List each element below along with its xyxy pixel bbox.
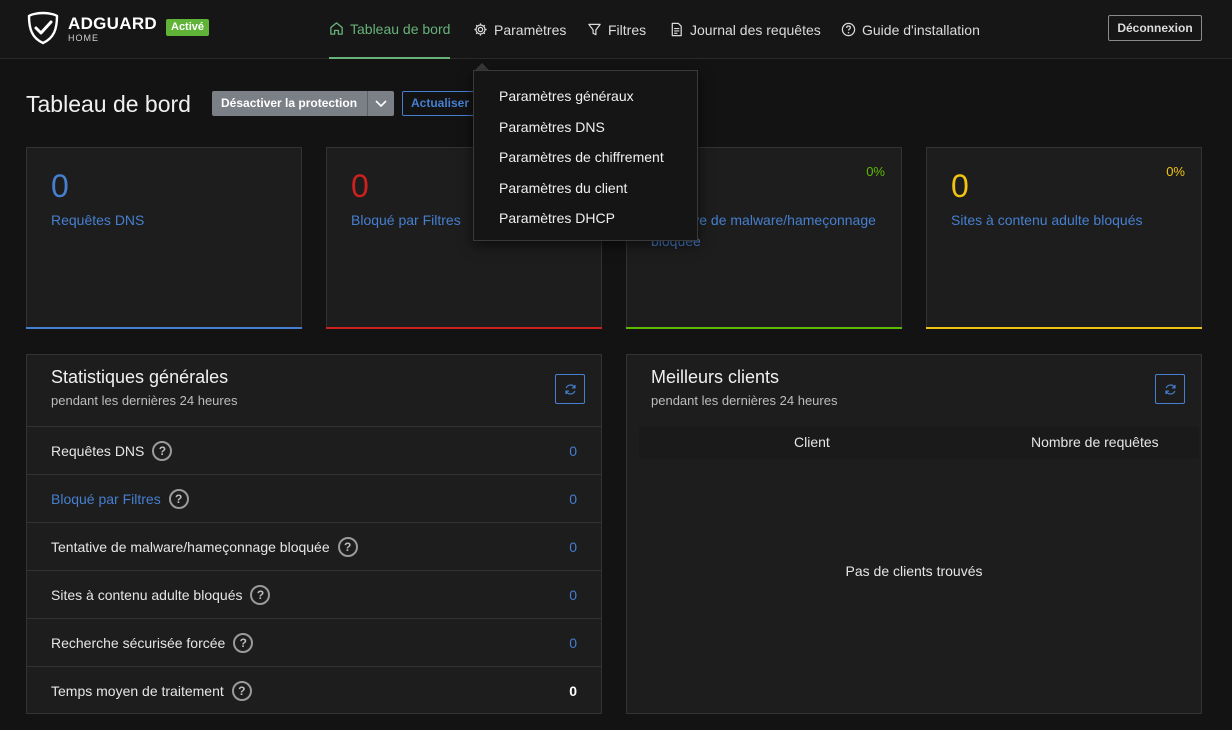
top-header: ADGUARD HOME Activé Tableau de bord Para…: [0, 0, 1232, 59]
stat-row-label: Temps moyen de traitement: [51, 682, 224, 699]
nav-label: Journal des requêtes: [690, 21, 821, 38]
column-header-requests[interactable]: Nombre de requêtes: [1031, 434, 1159, 450]
stat-card-accent-bar: [26, 327, 302, 329]
table-row: Bloqué par Filtres ? 0: [27, 474, 601, 522]
nav-item-setup-guide[interactable]: Guide d'installation: [841, 0, 980, 59]
disable-protection-label: Désactiver la protection: [221, 96, 358, 110]
stat-card-value: 0: [951, 168, 969, 204]
panel-title: Meilleurs clients: [651, 367, 780, 387]
stat-card-adult-blocked: 0 0% Sites à contenu adulte bloqués: [926, 147, 1202, 329]
stat-card-value: 0: [351, 168, 369, 204]
stat-card-accent-bar: [626, 327, 902, 329]
stat-row-value: 0: [569, 586, 577, 603]
stat-row-value: 0: [569, 682, 577, 699]
menu-item-dhcp-settings[interactable]: Paramètres DHCP: [474, 206, 697, 237]
logout-button[interactable]: Déconnexion: [1108, 15, 1202, 41]
status-badge: Activé: [166, 19, 210, 36]
general-statistics-panel: Statistiques générales pendant les derni…: [26, 354, 602, 714]
gear-icon: [474, 23, 487, 36]
stat-row-value: 0: [569, 538, 577, 555]
nav-item-settings[interactable]: Paramètres: [473, 0, 566, 59]
stat-row-value: 0: [569, 490, 577, 507]
help-icon[interactable]: ?: [337, 536, 358, 557]
brand-name: ADGUARD: [68, 14, 157, 33]
dropdown-arrow: [475, 63, 489, 70]
table-row: Recherche sécurisée forcée ? 0: [27, 618, 601, 666]
stat-card-value: 0: [51, 168, 69, 204]
table-header: Client Nombre de requêtes: [639, 427, 1199, 459]
stat-card-label[interactable]: Sites à contenu adulte bloqués: [951, 210, 1191, 231]
table-row: Requêtes DNS ? 0: [27, 426, 601, 474]
stat-card-percent: 0%: [1166, 164, 1185, 179]
refresh-icon: [1164, 383, 1176, 395]
stat-card-percent: 0%: [866, 164, 885, 179]
nav-label: Filtres: [608, 21, 647, 38]
stat-card-accent-bar: [926, 327, 1202, 329]
refresh-statistics-button[interactable]: Actualiser les statistiques: [402, 91, 482, 116]
menu-item-dns-settings[interactable]: Paramètres DNS: [474, 115, 697, 146]
panel-subtitle: pendant les dernières 24 heures: [51, 393, 238, 408]
stat-row-value: 0: [569, 634, 577, 651]
document-icon: [671, 22, 682, 37]
stat-card-dns-queries: 0 Requêtes DNS: [26, 147, 302, 329]
stat-card-label[interactable]: Requêtes DNS: [51, 210, 291, 231]
stat-row-label[interactable]: Bloqué par Filtres: [51, 491, 161, 507]
nav-label: Tableau de bord: [350, 20, 451, 37]
stat-row-label: Sites à contenu adulte bloqués: [51, 586, 243, 603]
chevron-down-icon[interactable]: [367, 91, 394, 116]
stat-row-value: 0: [569, 442, 577, 459]
help-icon[interactable]: ?: [250, 584, 271, 605]
help-icon[interactable]: ?: [168, 488, 189, 509]
help-icon[interactable]: ?: [152, 440, 173, 461]
stat-card-accent-bar: [326, 327, 602, 329]
menu-item-general-settings[interactable]: Paramètres généraux: [474, 84, 697, 115]
top-clients-panel: Meilleurs clients pendant les dernières …: [626, 354, 1202, 714]
nav-item-dashboard[interactable]: Tableau de bord: [329, 0, 451, 59]
refresh-icon: [564, 383, 576, 395]
table-row: Temps moyen de traitement ? 0: [27, 666, 601, 714]
panel-title: Statistiques générales: [51, 367, 229, 387]
brand-subtitle: HOME: [68, 33, 99, 43]
filter-icon: [588, 23, 601, 36]
table-row: Sites à contenu adulte bloqués ? 0: [27, 570, 601, 618]
nav-item-query-log[interactable]: Journal des requêtes: [669, 0, 821, 59]
adguard-shield-logo[interactable]: [26, 11, 60, 45]
disable-protection-button[interactable]: Désactiver la protection: [212, 91, 394, 116]
help-icon[interactable]: ?: [231, 680, 252, 701]
panel-subtitle: pendant les dernières 24 heures: [651, 393, 838, 408]
stat-row-label: Tentative de malware/hameçonnage bloquée: [51, 538, 330, 555]
empty-state-message: Pas de clients trouvés: [845, 563, 983, 579]
page-title: Tableau de bord: [26, 91, 191, 117]
nav-label: Paramètres: [494, 21, 567, 38]
help-circle-icon: [841, 22, 856, 37]
table-row: Tentative de malware/hameçonnage bloquée…: [27, 522, 601, 570]
stat-row-label: Recherche sécurisée forcée: [51, 634, 226, 651]
stat-row-label: Requêtes DNS: [51, 442, 145, 459]
refresh-general-stats-button[interactable]: [555, 374, 585, 404]
column-header-client[interactable]: Client: [794, 434, 830, 450]
nav-item-filters[interactable]: Filtres: [587, 0, 646, 59]
menu-item-client-settings[interactable]: Paramètres du client: [474, 176, 697, 207]
home-icon: [330, 22, 343, 35]
menu-item-encryption-settings[interactable]: Paramètres de chiffrement: [474, 145, 697, 176]
refresh-top-clients-button[interactable]: [1155, 374, 1185, 404]
nav-label: Guide d'installation: [862, 21, 980, 38]
help-icon[interactable]: ?: [233, 632, 254, 653]
settings-dropdown-menu: Paramètres généraux Paramètres DNS Param…: [473, 70, 698, 241]
